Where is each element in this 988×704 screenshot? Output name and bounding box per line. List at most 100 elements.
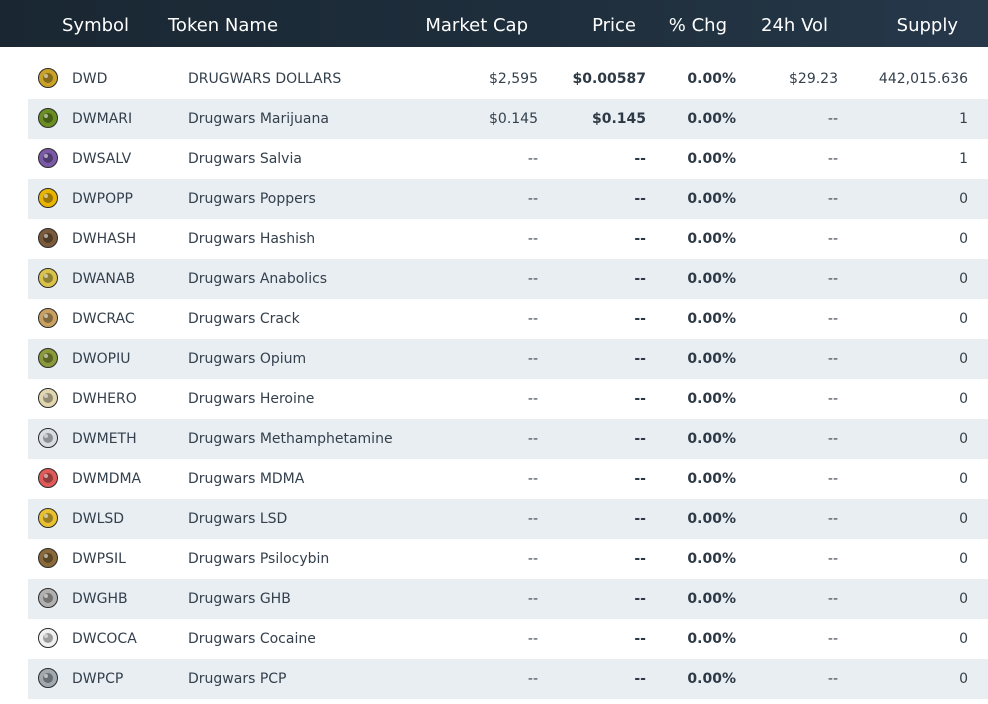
column-header-24h-volume[interactable]: 24h Vol xyxy=(761,0,828,47)
price-value: -- xyxy=(634,551,646,567)
token-name: Drugwars Psilocybin xyxy=(188,551,330,567)
table-row[interactable]: DWHERO Drugwars Heroine -- -- 0.00% -- 0 xyxy=(28,379,988,419)
token-symbol: DWMARI xyxy=(72,111,133,127)
table-row[interactable]: DWMETH Drugwars Methamphetamine -- -- 0.00% -… xyxy=(28,419,988,459)
pct-change-value: 0.00% xyxy=(687,71,736,87)
table-row[interactable]: DWANAB Drugwars Anabolics -- -- 0.00% -- 0 xyxy=(28,259,988,299)
supply-value: 0 xyxy=(959,351,968,367)
supply-value: 0 xyxy=(959,551,968,567)
token-symbol: DWMETH xyxy=(72,431,137,447)
opium-pod-icon xyxy=(38,348,58,368)
volume-24h-value: -- xyxy=(827,591,838,607)
token-name: Drugwars Methamphetamine xyxy=(188,431,393,447)
supply-value: 0 xyxy=(959,431,968,447)
pct-change-value: 0.00% xyxy=(687,431,736,447)
table-row[interactable]: DWMARI Drugwars Marijuana $0.145 $0.145 0.00… xyxy=(28,99,988,139)
table-row[interactable]: DWLSD Drugwars LSD -- -- 0.00% -- 0 xyxy=(28,499,988,539)
table-row[interactable]: DWPOPP Drugwars Poppers -- -- 0.00% -- 0 xyxy=(28,179,988,219)
price-value: -- xyxy=(634,671,646,687)
token-symbol: DWGHB xyxy=(72,591,128,607)
token-symbol: DWSALV xyxy=(72,151,132,167)
volume-24h-value: -- xyxy=(827,551,838,567)
volume-24h-value: $29.23 xyxy=(789,71,838,87)
hashish-block-icon xyxy=(38,228,58,248)
column-header-token-name[interactable]: Token Name xyxy=(168,0,278,47)
market-cap-value: -- xyxy=(527,391,538,407)
market-cap-value: $0.145 xyxy=(489,111,538,127)
table-row[interactable]: DWCRAC Drugwars Crack -- -- 0.00% -- 0 xyxy=(28,299,988,339)
meth-crystal-icon xyxy=(38,428,58,448)
pct-change-value: 0.00% xyxy=(687,351,736,367)
token-symbol: DWPSIL xyxy=(72,551,126,567)
token-symbol: DWHERO xyxy=(72,391,137,407)
token-name: Drugwars LSD xyxy=(188,511,288,527)
price-value: -- xyxy=(634,631,646,647)
volume-24h-value: -- xyxy=(827,351,838,367)
token-symbol: DWPCP xyxy=(72,671,124,687)
column-header-symbol[interactable]: Symbol xyxy=(62,0,129,47)
supply-value: 0 xyxy=(959,391,968,407)
token-name: Drugwars GHB xyxy=(188,591,291,607)
column-header-supply[interactable]: Supply xyxy=(897,0,958,47)
pct-change-value: 0.00% xyxy=(687,191,736,207)
supply-value: 0 xyxy=(959,311,968,327)
psilocybin-mushroom-icon xyxy=(38,548,58,568)
market-cap-value: -- xyxy=(527,351,538,367)
supply-value: 0 xyxy=(959,271,968,287)
token-symbol: DWANAB xyxy=(72,271,136,287)
ghb-bottle-icon xyxy=(38,588,58,608)
pct-change-value: 0.00% xyxy=(687,671,736,687)
market-cap-value: -- xyxy=(527,431,538,447)
token-name: Drugwars Hashish xyxy=(188,231,316,247)
token-name: Drugwars Heroine xyxy=(188,391,315,407)
token-name: DRUGWARS DOLLARS xyxy=(188,71,342,87)
token-name: Drugwars Marijuana xyxy=(188,111,329,127)
table-row[interactable]: DWSALV Drugwars Salvia -- -- 0.00% -- 1 xyxy=(28,139,988,179)
price-value: -- xyxy=(634,431,646,447)
pct-change-value: 0.00% xyxy=(687,551,736,567)
market-cap-value: -- xyxy=(527,591,538,607)
volume-24h-value: -- xyxy=(827,671,838,687)
market-cap-value: -- xyxy=(527,231,538,247)
table-row[interactable]: DWMDMA Drugwars MDMA -- -- 0.00% -- 0 xyxy=(28,459,988,499)
volume-24h-value: -- xyxy=(827,431,838,447)
table-row[interactable]: DWHASH Drugwars Hashish -- -- 0.00% -- 0 xyxy=(28,219,988,259)
table-row[interactable]: DWD DRUGWARS DOLLARS $2,595 $0.00587 0.00% $2… xyxy=(28,59,988,99)
column-header-price[interactable]: Price xyxy=(592,0,636,47)
token-name: Drugwars Crack xyxy=(188,311,300,327)
supply-value: 0 xyxy=(959,231,968,247)
token-symbol: DWHASH xyxy=(72,231,137,247)
market-cap-value: -- xyxy=(527,551,538,567)
token-symbol: DWCRAC xyxy=(72,311,135,327)
token-symbol: DWMDMA xyxy=(72,471,142,487)
table-row[interactable]: DWOPIU Drugwars Opium -- -- 0.00% -- 0 xyxy=(28,339,988,379)
column-header-pct-change[interactable]: % Chg xyxy=(669,0,727,47)
table-header: Symbol Token Name Market Cap Price % Chg… xyxy=(0,0,988,47)
supply-value: 0 xyxy=(959,631,968,647)
market-cap-value: $2,595 xyxy=(489,71,538,87)
token-name: Drugwars Cocaine xyxy=(188,631,316,647)
token-symbol: DWD xyxy=(72,71,108,87)
pct-change-value: 0.00% xyxy=(687,511,736,527)
price-value: -- xyxy=(634,391,646,407)
column-header-market-cap[interactable]: Market Cap xyxy=(425,0,528,47)
price-value: -- xyxy=(634,471,646,487)
pct-change-value: 0.00% xyxy=(687,631,736,647)
table-row[interactable]: DWPSIL Drugwars Psilocybin -- -- 0.00% -- 0 xyxy=(28,539,988,579)
table-row[interactable]: DWPCP Drugwars PCP -- -- 0.00% -- 0 xyxy=(28,659,988,699)
anabolics-vial-icon xyxy=(38,268,58,288)
supply-value: 0 xyxy=(959,671,968,687)
price-value: $0.145 xyxy=(591,111,646,127)
table-row[interactable]: DWCOCA Drugwars Cocaine -- -- 0.00% -- 0 xyxy=(28,619,988,659)
token-table: DWD DRUGWARS DOLLARS $2,595 $0.00587 0.00% $2… xyxy=(28,59,988,699)
table-row[interactable]: DWGHB Drugwars GHB -- -- 0.00% -- 0 xyxy=(28,579,988,619)
token-name: Drugwars Salvia xyxy=(188,151,302,167)
heroine-powder-icon xyxy=(38,388,58,408)
token-name: Drugwars Opium xyxy=(188,351,307,367)
volume-24h-value: -- xyxy=(827,151,838,167)
volume-24h-value: -- xyxy=(827,471,838,487)
volume-24h-value: -- xyxy=(827,111,838,127)
crack-rock-icon xyxy=(38,308,58,328)
supply-value: 0 xyxy=(959,591,968,607)
pct-change-value: 0.00% xyxy=(687,231,736,247)
